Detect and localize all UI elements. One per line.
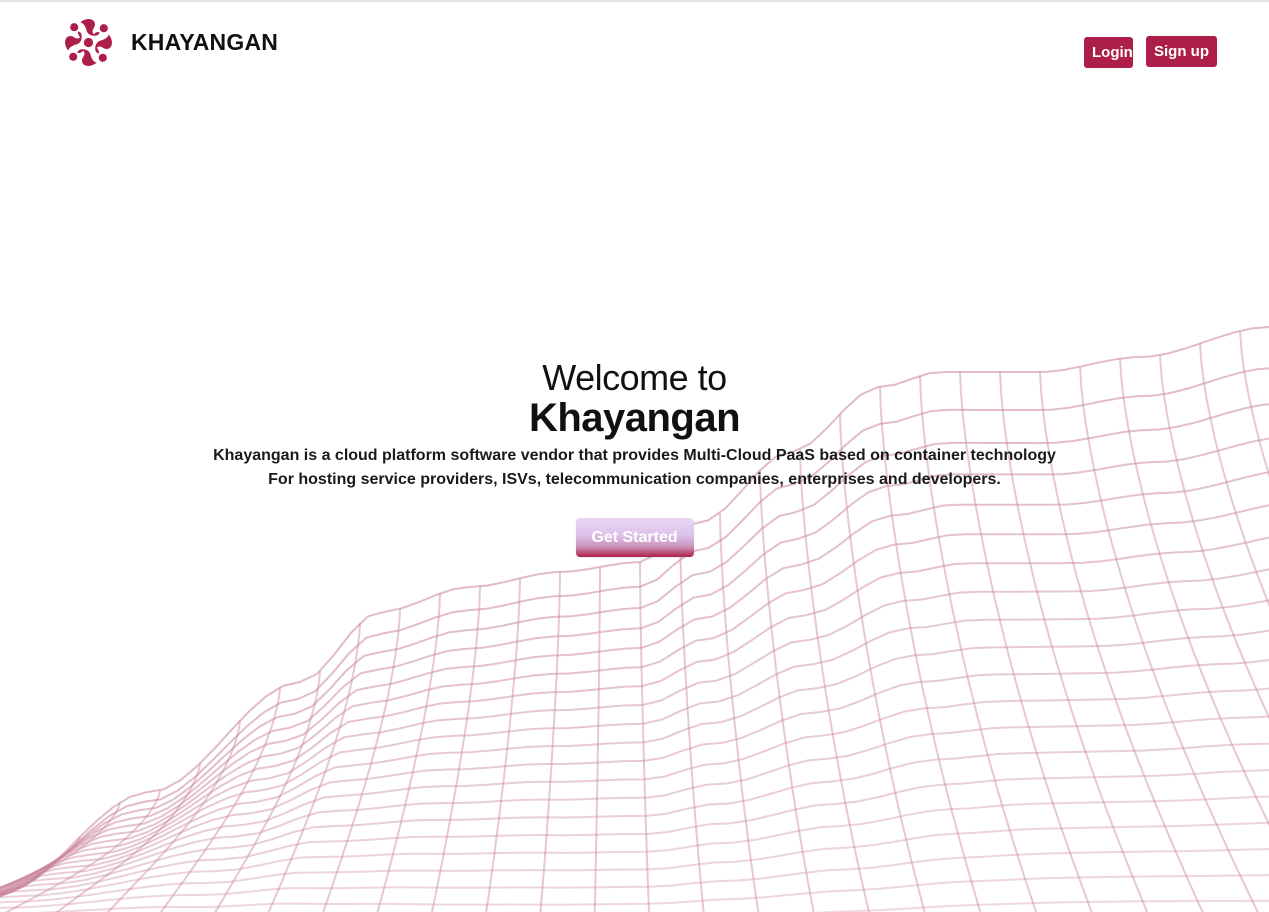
mesh-column-line: [539, 571, 561, 912]
signup-button[interactable]: Sign up: [1146, 36, 1217, 67]
mesh-row-line: [0, 568, 1269, 893]
brand[interactable]: KHAYANGAN: [63, 17, 278, 68]
mesh-column-line: [639, 561, 650, 912]
mesh-row-line: [0, 715, 1269, 890]
mesh-column-line: [593, 567, 601, 912]
brand-name: KHAYANGAN: [131, 29, 279, 55]
hero-description-line-1: Khayangan is a cloud platform software v…: [213, 447, 1056, 464]
mesh-column-line: [376, 593, 441, 912]
login-button[interactable]: Login: [1084, 37, 1133, 68]
hero-section: Welcome to Khayangan Khayangan is a clou…: [0, 358, 1269, 557]
mesh-row-line: [0, 599, 1269, 891]
hero-description: Khayangan is a cloud platform software v…: [0, 444, 1269, 492]
hero-welcome-text: Welcome to: [542, 357, 727, 398]
mesh-column-line: [267, 622, 361, 912]
hero-title: Khayangan: [528, 396, 741, 440]
mesh-column-line: [719, 513, 760, 912]
landing-page: KHAYANGAN Login Sign up Welcome to Khaya…: [0, 0, 1269, 912]
hero-description-line-2: For hosting service providers, ISVs, tel…: [268, 471, 1001, 488]
mesh-column-line: [679, 532, 705, 912]
mesh-row-line: [0, 629, 1269, 890]
mesh-column-line: [55, 763, 201, 912]
mesh-column-line: [430, 586, 481, 912]
mesh-column-line: [214, 671, 321, 912]
knot-logo-icon: [65, 19, 112, 66]
mesh-row-line: [0, 821, 1269, 904]
mesh-row-line: [35, 874, 1269, 912]
nav-actions: Login Sign up: [1084, 36, 1217, 68]
get-started-button[interactable]: Get Started: [575, 518, 694, 557]
mesh-row-line: [0, 769, 1269, 895]
navbar: KHAYANGAN Login Sign up: [0, 2, 1269, 92]
